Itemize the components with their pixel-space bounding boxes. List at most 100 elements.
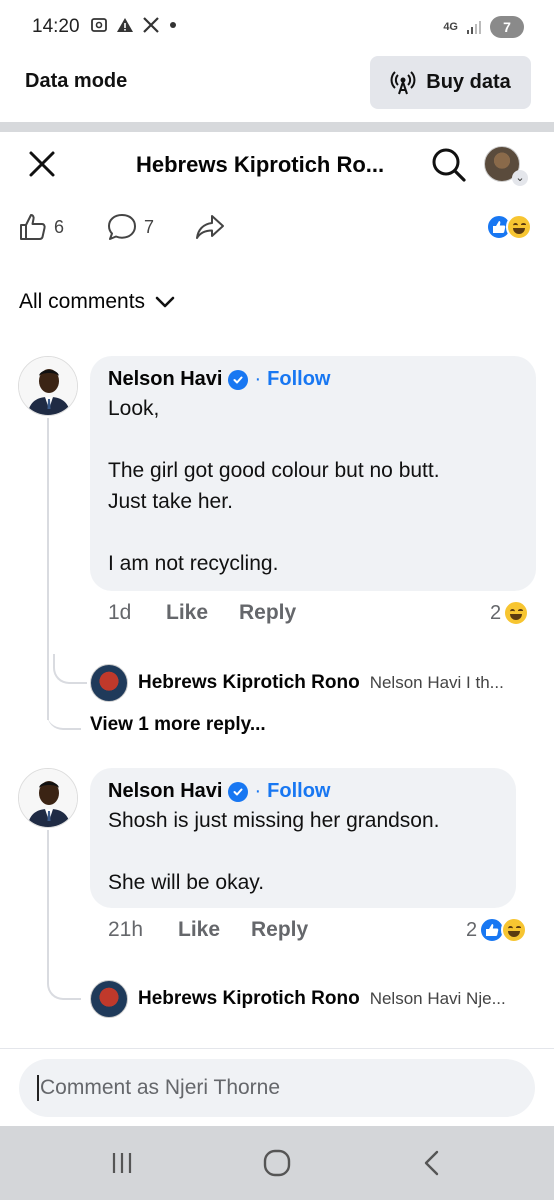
comment-time: 21h — [108, 918, 144, 941]
battery-indicator: 7 — [490, 16, 524, 38]
comment-bubble[interactable]: Nelson Havi · Follow Look, The girl got … — [90, 356, 536, 591]
comment-paragraph: Shosh is just missing her grandson. — [108, 809, 440, 832]
recent-apps-button[interactable] — [102, 1148, 142, 1178]
separator-dot: · — [254, 780, 262, 802]
verified-badge-icon — [228, 781, 249, 802]
more-notifications-dot-icon — [170, 22, 176, 28]
system-navigation-bar — [0, 1126, 554, 1200]
comment-paragraph: The girl got good colour but no butt. — [108, 459, 440, 482]
status-notification-icons — [90, 16, 178, 34]
haha-reaction-icon — [506, 214, 532, 240]
back-icon — [424, 1150, 439, 1176]
reply-connector — [47, 960, 81, 1000]
home-icon — [263, 1149, 291, 1177]
status-right: 4G 7 — [443, 16, 524, 38]
comment-input[interactable]: Comment as Njeri Thorne — [19, 1059, 535, 1117]
comment-paragraph: She will be okay. — [108, 871, 265, 894]
chevron-down-icon: ⌄ — [512, 170, 528, 186]
comment-header: Nelson Havi · Follow — [108, 780, 498, 803]
separator-dot: · — [254, 368, 262, 390]
x-app-icon — [143, 17, 159, 33]
screenshot-icon — [91, 18, 107, 32]
comment-like-button[interactable]: Like — [166, 601, 239, 625]
avatar[interactable] — [18, 768, 78, 828]
share-action[interactable] — [194, 212, 226, 242]
comment-reactions[interactable]: 2 — [466, 917, 528, 943]
share-icon — [196, 215, 224, 239]
comment-paragraph: Just take her. — [108, 490, 233, 513]
reply-preview[interactable]: Hebrews Kiprotich Rono Nelson Havi I th.… — [90, 664, 504, 702]
comment-time: 1d — [108, 601, 132, 624]
status-bar: 14:20 4G 7 — [0, 0, 554, 56]
comment-meta: 21h Like Reply — [108, 918, 308, 942]
search-button[interactable] — [430, 146, 468, 184]
network-type-label: 4G — [443, 21, 458, 33]
post-reactions[interactable] — [486, 214, 532, 240]
thread-line — [47, 830, 49, 970]
avatar — [90, 664, 128, 702]
comment-reply-button[interactable]: Reply — [251, 918, 308, 942]
comment-reaction-count: 2 — [490, 601, 502, 624]
close-icon — [29, 151, 55, 177]
comment-like-button[interactable]: Like — [178, 918, 251, 942]
reply-connector — [53, 654, 87, 684]
status-time: 14:20 — [32, 16, 80, 37]
comment-paragraph: I am not recycling. — [108, 552, 279, 575]
section-divider — [0, 122, 554, 132]
comment-meta: 1d Like Reply — [108, 601, 296, 625]
avatar — [90, 980, 128, 1018]
comment-reply-button[interactable]: Reply — [239, 601, 296, 625]
reply-preview[interactable]: Hebrews Kiprotich Rono Nelson Havi Nje..… — [90, 980, 506, 1018]
reply-author: Hebrews Kiprotich Rono — [138, 988, 360, 1009]
thumbs-up-icon — [20, 214, 46, 240]
home-button[interactable] — [257, 1148, 297, 1178]
haha-reaction-icon — [503, 600, 530, 626]
thread-line — [47, 418, 49, 720]
data-mode-banner: Data mode Buy data — [0, 56, 554, 122]
search-icon — [432, 148, 466, 182]
commenter-photo — [19, 357, 77, 415]
reply-snippet: Nelson Havi I th... — [369, 673, 504, 692]
comment-count: 7 — [144, 216, 155, 237]
comments-filter-label: All comments — [19, 290, 146, 313]
profile-switcher-button[interactable]: ⌄ — [484, 146, 528, 186]
comment-composer-bar: Comment as Njeri Thorne — [0, 1048, 554, 1126]
comment-author[interactable]: Nelson Havi — [108, 780, 222, 803]
comment-reactions[interactable]: 2 — [490, 600, 530, 626]
comment-action[interactable]: 7 — [106, 212, 154, 242]
back-button[interactable] — [412, 1148, 452, 1178]
comment-header: Nelson Havi · Follow — [108, 368, 518, 391]
buy-data-button[interactable]: Buy data — [370, 56, 531, 109]
reply-author: Hebrews Kiprotich Rono — [138, 672, 360, 693]
comment-bubble-icon — [108, 214, 136, 240]
text-caret — [37, 1075, 39, 1101]
commenter-photo — [19, 769, 77, 827]
post-header: Hebrews Kiprotich Ro... ⌄ — [0, 132, 554, 198]
like-action[interactable]: 6 — [18, 212, 64, 242]
comment-input-placeholder: Comment as Njeri Thorne — [40, 1076, 281, 1099]
view-more-replies-link[interactable]: View 1 more reply... — [90, 714, 266, 736]
buy-data-label: Buy data — [426, 71, 511, 93]
comment-bubble[interactable]: Nelson Havi · Follow Shosh is just missi… — [90, 768, 516, 908]
comment-text: Shosh is just missing her grandson. She … — [108, 805, 498, 898]
recent-apps-icon — [112, 1153, 132, 1173]
haha-reaction-icon — [501, 917, 528, 943]
signal-icon — [467, 21, 481, 34]
comment-author[interactable]: Nelson Havi — [108, 368, 222, 391]
close-button[interactable] — [26, 148, 58, 180]
comment-paragraph: Look, — [108, 397, 160, 420]
verified-badge-icon — [228, 369, 249, 390]
post-actions: 6 7 — [0, 206, 554, 250]
data-mode-label: Data mode — [25, 70, 128, 92]
broadcast-icon — [390, 70, 416, 94]
comment-reaction-count: 2 — [466, 918, 478, 941]
avatar[interactable] — [18, 356, 78, 416]
follow-button[interactable]: Follow — [267, 368, 330, 391]
follow-button[interactable]: Follow — [267, 780, 330, 803]
reply-snippet: Nelson Havi Nje... — [369, 989, 506, 1008]
like-count: 6 — [54, 216, 65, 237]
view-more-connector — [47, 700, 81, 730]
post-title: Hebrews Kiprotich Ro... — [136, 152, 385, 177]
comments-filter-dropdown[interactable]: All comments — [19, 290, 175, 314]
comment-text: Look, The girl got good colour but no bu… — [108, 393, 518, 579]
